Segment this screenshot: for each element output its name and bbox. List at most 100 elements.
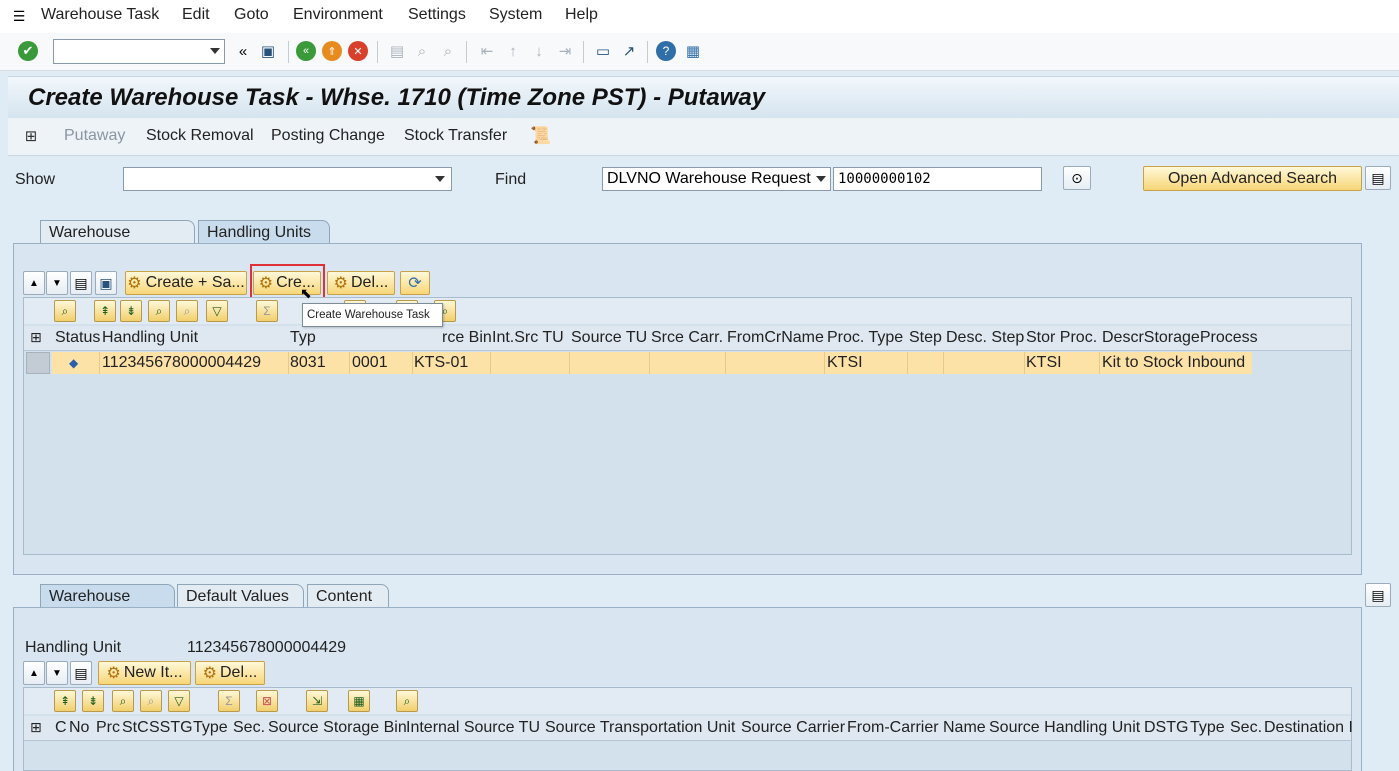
col-desc-step[interactable]: Desc. Step	[946, 329, 1024, 347]
execute-find-button[interactable]: ⊙	[1063, 166, 1091, 190]
col-source-tu[interactable]: Source TU	[571, 329, 647, 347]
menu-warehouse-task[interactable]: Warehouse Task	[41, 6, 159, 24]
col-stor-proc[interactable]: Stor Proc.	[1026, 329, 1097, 347]
tab-warehouse-task[interactable]: Warehouse Task	[40, 584, 175, 623]
col-source-carrier[interactable]: Source Carrier	[741, 719, 845, 737]
table-row[interactable]: ◆ 112345678000004429 8031 0001 KTS-01 KT…	[52, 352, 1252, 374]
export-icon[interactable]: ⇲	[306, 690, 328, 712]
col-no[interactable]: No	[69, 719, 89, 737]
menu-icon[interactable]: ☰	[8, 5, 30, 27]
find-icon[interactable]: ⌕	[112, 690, 134, 712]
sort-asc-icon[interactable]: ⇞	[54, 690, 76, 712]
col-internal-source-tu[interactable]: Internal Source TU	[406, 719, 540, 737]
sort-asc-icon[interactable]: ⇞	[94, 300, 116, 322]
col-sec[interactable]: Sec.	[233, 719, 265, 737]
collapse-icon[interactable]: «	[232, 40, 254, 62]
menu-help[interactable]: Help	[565, 6, 598, 24]
col-type[interactable]: Type	[193, 719, 228, 737]
col-stc[interactable]: StC	[122, 719, 149, 737]
detail-icon: ▤	[74, 664, 88, 681]
column-select-icon[interactable]: ⊞	[30, 719, 42, 736]
layout-icon[interactable]: ▦	[348, 690, 370, 712]
layout-menu-icon[interactable]: ▦	[682, 40, 704, 62]
new-session-icon[interactable]: ▭	[592, 40, 614, 62]
cancel-icon[interactable]: ✕	[348, 41, 368, 61]
sort-desc-icon[interactable]: ⇟	[120, 300, 142, 322]
find-value-input[interactable]: 10000000102	[833, 167, 1042, 191]
delete-button[interactable]: ⚙ Del...	[327, 271, 395, 295]
row-selector[interactable]	[26, 352, 50, 374]
menu-bar: ☰ Warehouse Task Edit Goto Environment S…	[0, 0, 1399, 33]
menu-settings[interactable]: Settings	[408, 6, 466, 24]
col-handling-unit[interactable]: Handling Unit	[102, 329, 198, 347]
col-fromcrname[interactable]: FromCrName	[727, 329, 824, 347]
scroll-down-button[interactable]: ▼	[46, 271, 68, 295]
stock-removal-button[interactable]: Stock Removal	[146, 127, 254, 145]
details-icon[interactable]: ⌕	[54, 300, 76, 322]
col-source-bin[interactable]: rce Bin	[442, 329, 492, 347]
col-dest-type[interactable]: Type	[1190, 719, 1225, 737]
col-dstg[interactable]: DSTG	[1144, 719, 1188, 737]
col-prc[interactable]: Prc	[96, 719, 120, 737]
tab-content[interactable]: Content	[307, 584, 389, 608]
delete-task-icon: ⚙	[333, 275, 348, 292]
col-source-handling-unit[interactable]: Source Handling Unit	[989, 719, 1140, 737]
new-item-button[interactable]: ⚙ New It...	[98, 661, 191, 685]
detail-button[interactable]: ▤	[70, 271, 92, 295]
wt-delete-button[interactable]: ⚙ Del...	[195, 661, 265, 685]
menu-goto[interactable]: Goto	[234, 6, 269, 24]
save-icon[interactable]: ▣	[257, 40, 279, 62]
help-icon[interactable]: ?	[656, 41, 676, 61]
selection-icon[interactable]: ⊞	[20, 125, 42, 147]
handling-units-grid: ⌕ ⇞ ⇟ ⌕ ⌕ ▽ Σ ⇲ ▦ ⌕ ⊞ Status Handling Un…	[23, 297, 1352, 555]
info-icon[interactable]: ⌕	[396, 690, 418, 712]
col-step[interactable]: Step	[909, 329, 942, 347]
menu-edit[interactable]: Edit	[182, 6, 210, 24]
save-hu-button[interactable]: ▣	[95, 271, 117, 295]
col-c[interactable]: C	[55, 719, 67, 737]
col-sstg[interactable]: SSTG	[149, 719, 193, 737]
refresh-button[interactable]: ⟳	[400, 271, 430, 295]
open-advanced-search-button[interactable]: Open Advanced Search	[1143, 166, 1362, 191]
find-type-dropdown[interactable]: DLVNO Warehouse Request	[602, 167, 831, 191]
stock-transfer-button[interactable]: Stock Transfer	[404, 127, 507, 145]
enter-check-icon[interactable]: ✔	[18, 41, 38, 61]
col-dest-sec[interactable]: Sec.	[1230, 719, 1262, 737]
scroll-up-button[interactable]: ▲	[23, 271, 45, 295]
col-proc-type[interactable]: Proc. Type	[827, 329, 903, 347]
mouse-cursor-icon: ⬉	[300, 285, 312, 301]
find-icon[interactable]: ⌕	[148, 300, 170, 322]
wt-scroll-up-button[interactable]: ▲	[23, 661, 45, 685]
create-save-button[interactable]: ⚙ Create + Sa...	[125, 271, 247, 295]
tab-warehouse-request[interactable]: Warehouse Request	[40, 220, 195, 259]
col-source-transportation-unit[interactable]: Source Transportation Unit	[545, 719, 735, 737]
col-status[interactable]: Status	[55, 329, 100, 347]
filter-icon[interactable]: ▽	[206, 300, 228, 322]
menu-system[interactable]: System	[489, 6, 542, 24]
tab-default-values[interactable]: Default Values	[177, 584, 304, 608]
show-dropdown[interactable]	[123, 167, 452, 191]
wt-scroll-down-button[interactable]: ▼	[46, 661, 68, 685]
exit-icon[interactable]: ⇑	[322, 41, 342, 61]
posting-change-button[interactable]: Posting Change	[271, 127, 385, 145]
wt-detail-button[interactable]: ▤	[70, 661, 92, 685]
col-srce-carr[interactable]: Srce Carr.	[651, 329, 723, 347]
command-field[interactable]	[53, 39, 225, 64]
col-source-storage-bin[interactable]: Source Storage Bin	[268, 719, 407, 737]
menu-environment[interactable]: Environment	[293, 6, 383, 24]
shortcut-icon[interactable]: ↗	[618, 40, 640, 62]
filter-icon[interactable]: ▽	[168, 690, 190, 712]
column-select-icon[interactable]: ⊞	[30, 329, 42, 346]
layout-toggle-lower-button[interactable]: ▤	[1365, 583, 1391, 607]
layout-toggle-button[interactable]: ▤	[1365, 166, 1391, 190]
col-from-carrier-name[interactable]: From-Carrier Name	[847, 719, 986, 737]
col-descr-storage-process[interactable]: DescrStorageProcess	[1102, 329, 1258, 347]
col-int-src-tu[interactable]: Int.Src TU	[492, 329, 564, 347]
col-type[interactable]: Typ	[290, 329, 316, 347]
tab-handling-units[interactable]: Handling Units	[198, 220, 330, 244]
back-icon[interactable]: «	[296, 41, 316, 61]
scroll-icon[interactable]: 📜	[530, 125, 552, 147]
refresh-icon: ⟳	[408, 275, 422, 292]
col-destination[interactable]: Destination I	[1264, 719, 1353, 737]
sort-desc-icon[interactable]: ⇟	[82, 690, 104, 712]
